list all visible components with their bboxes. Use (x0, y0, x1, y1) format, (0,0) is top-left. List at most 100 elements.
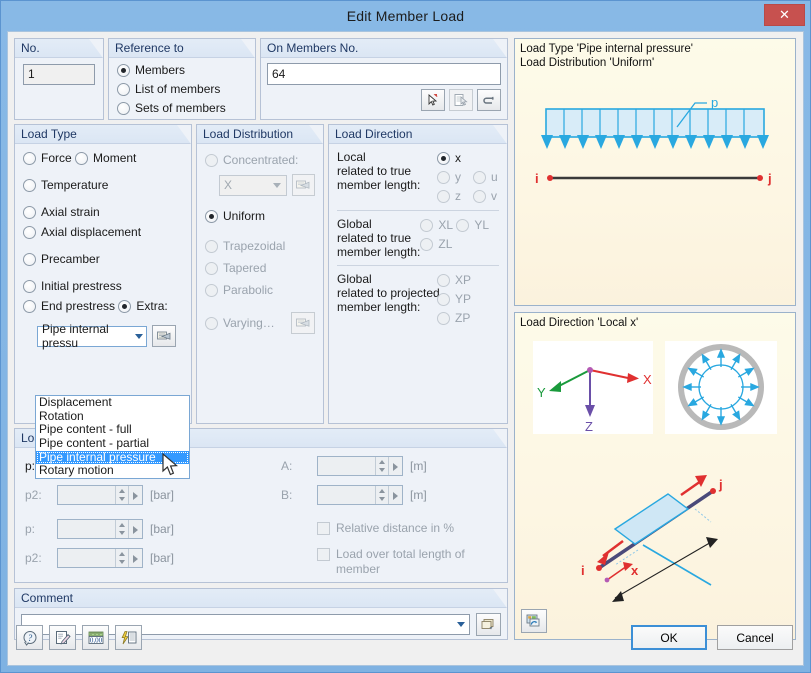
spin-up-icon[interactable] (376, 457, 388, 466)
load-direction-title: Load Direction (329, 125, 507, 144)
dropdown-item-pipe-content-partial[interactable]: Pipe content - partial (36, 437, 189, 451)
radio-dot (437, 312, 450, 325)
local-direction-label: Local related to true member length: (337, 150, 437, 204)
radio-dot (23, 253, 36, 266)
clip-link-icon[interactable] (477, 89, 501, 111)
radio-label: v (491, 188, 497, 204)
spin-down-icon[interactable] (116, 529, 128, 538)
concentrated-settings-icon (292, 174, 315, 196)
load-type-moment[interactable]: Moment (75, 150, 136, 166)
node-j-label: j (767, 171, 772, 186)
axis-y-label: Y (537, 385, 546, 400)
radio-dot (117, 83, 130, 96)
load-type-axial-strain[interactable]: Axial strain (23, 204, 100, 220)
extra-type-dropdown-list[interactable]: Displacement Rotation Pipe content - ful… (35, 395, 190, 479)
radio-dot (205, 262, 218, 275)
spin-up-icon[interactable] (116, 520, 128, 529)
dialog-window: Edit Member Load ✕ No. 1 Reference to Me… (0, 0, 811, 673)
display-properties-icon[interactable] (115, 625, 142, 650)
extra-type-combo[interactable]: Pipe internal pressu (37, 326, 147, 347)
radio-sets-of-members[interactable]: Sets of members (117, 100, 226, 116)
spinner-buttons[interactable] (375, 486, 388, 504)
close-icon[interactable]: ✕ (764, 4, 805, 26)
member-node-i-label: i (581, 563, 585, 578)
radio-label: u (491, 169, 498, 185)
radio-dot (437, 190, 450, 203)
radio-label: z (455, 188, 461, 204)
extra-type-settings-icon[interactable] (152, 325, 176, 347)
param-b-unit: [m] (410, 488, 427, 502)
edit-notes-icon[interactable] (49, 625, 76, 650)
no-group-title: No. (15, 39, 103, 58)
radio-list-of-members[interactable]: List of members (117, 81, 220, 97)
radio-label: Temperature (41, 177, 108, 193)
load-type-precamber[interactable]: Precamber (23, 251, 100, 267)
param-a-input[interactable] (317, 456, 403, 476)
units-decimals-icon[interactable]: 0,00 (82, 625, 109, 650)
dropdown-item-pipe-internal-pressure[interactable]: Pipe internal pressure (36, 451, 189, 465)
dropdown-item-rotation[interactable]: Rotation (36, 410, 189, 424)
spin-more-icon[interactable] (128, 486, 142, 504)
radio-label: YP (455, 291, 471, 307)
direction-global-yp: YP (437, 291, 471, 307)
members-input[interactable]: 64 (267, 63, 501, 85)
spin-down-icon[interactable] (376, 466, 388, 475)
spinner-buttons[interactable] (115, 486, 128, 504)
preview-caption-line2: Load Distribution 'Uniform' (520, 56, 654, 70)
concentrated-variant-combo: X (219, 175, 287, 196)
radio-label: ZP (455, 310, 470, 326)
param-p3-input[interactable] (57, 519, 143, 539)
load-type-end-prestress[interactable]: End prestress (23, 298, 115, 314)
spin-down-icon[interactable] (116, 495, 128, 504)
spin-up-icon[interactable] (116, 486, 128, 495)
spinner-buttons[interactable] (115, 520, 128, 538)
spin-up-icon[interactable] (376, 486, 388, 495)
direction-diagram: X Y Z (515, 313, 796, 640)
radio-members[interactable]: Members (117, 62, 185, 78)
spinner-buttons[interactable] (375, 457, 388, 475)
param-p2-input[interactable] (57, 485, 143, 505)
param-b-input[interactable] (317, 485, 403, 505)
spin-more-icon[interactable] (128, 520, 142, 538)
radio-label: Axial strain (41, 204, 100, 220)
dropdown-item-displacement[interactable]: Displacement (36, 396, 189, 410)
param-p4-label: p2: (25, 551, 57, 565)
help-icon[interactable]: ? (16, 625, 43, 650)
load-type-initial-prestress[interactable]: Initial prestress (23, 278, 122, 294)
param-p4-input[interactable] (57, 548, 143, 568)
spin-down-icon[interactable] (376, 495, 388, 504)
dropdown-item-pipe-content-full[interactable]: Pipe content - full (36, 423, 189, 437)
relative-distance-checkbox: Relative distance in % (317, 521, 454, 536)
load-type-group: Load Type Force Moment Temperature Axial… (14, 124, 192, 424)
param-p3-label: p: (25, 522, 57, 536)
radio-label: YL (474, 217, 489, 233)
divider (337, 265, 499, 266)
spin-down-icon[interactable] (116, 558, 128, 567)
spin-more-icon[interactable] (128, 549, 142, 567)
direction-local-x[interactable]: x (437, 150, 461, 166)
direction-local-y: y (437, 169, 461, 185)
load-type-extra[interactable]: Extra: (118, 298, 167, 314)
ok-button[interactable]: OK (631, 625, 707, 650)
load-type-force[interactable]: Force (23, 150, 72, 166)
direction-local-v: v (473, 188, 497, 204)
spin-up-icon[interactable] (116, 549, 128, 558)
dropdown-item-rotary-motion[interactable]: Rotary motion (36, 464, 189, 478)
radio-dot (473, 190, 486, 203)
dialog-footer: ? 0,00 (8, 621, 803, 665)
spin-more-icon[interactable] (388, 486, 402, 504)
radio-dot (23, 206, 36, 219)
radio-label: ZL (438, 236, 452, 252)
radio-dot (205, 317, 218, 330)
spinner-buttons[interactable] (115, 549, 128, 567)
distribution-uniform[interactable]: Uniform (205, 208, 265, 224)
param-b-label: B: (281, 488, 317, 502)
load-type-axial-displacement[interactable]: Axial displacement (23, 224, 141, 240)
radio-label: x (455, 150, 461, 166)
cancel-button[interactable]: Cancel (717, 625, 793, 650)
spin-more-icon[interactable] (388, 457, 402, 475)
load-type-temperature[interactable]: Temperature (23, 177, 108, 193)
radio-label: Parabolic (223, 282, 273, 298)
pick-member-icon[interactable] (421, 89, 445, 111)
load-number-input[interactable]: 1 (23, 64, 95, 85)
